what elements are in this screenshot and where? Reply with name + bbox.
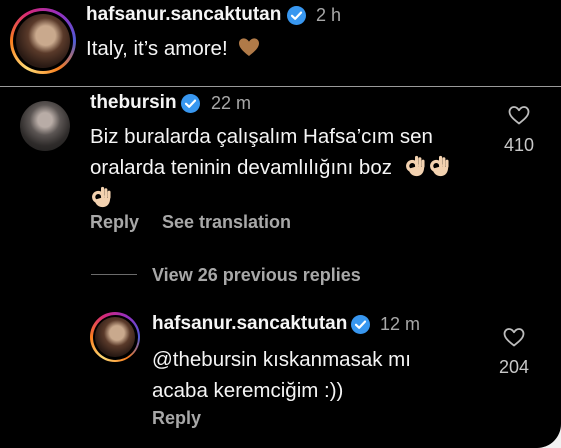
verified-badge-icon bbox=[351, 315, 370, 334]
ok-hand-icon bbox=[429, 155, 449, 177]
username-hafsanur-top[interactable]: hafsanur.sancaktutan bbox=[86, 4, 281, 26]
like-count-reply: 204 bbox=[498, 357, 530, 377]
avatar-hafsanur-reply[interactable] bbox=[90, 312, 140, 362]
reply-button[interactable]: Reply bbox=[90, 212, 139, 233]
username-thebursin[interactable]: thebursin bbox=[90, 92, 177, 114]
reply-line-1: @thebursin kıskanmasak mı bbox=[152, 348, 411, 371]
username-hafsanur-reply[interactable]: hafsanur.sancaktutan bbox=[152, 313, 347, 335]
see-translation-button[interactable]: See translation bbox=[162, 212, 291, 233]
comment-text: Italy, it’s amore! bbox=[86, 37, 228, 60]
like-count: 410 bbox=[503, 135, 535, 155]
verified-badge-icon bbox=[287, 6, 306, 25]
ok-hand-icon bbox=[405, 155, 425, 177]
reply-text: @thebursin kıskanmasak mı acaba keremciğ… bbox=[152, 344, 411, 406]
reply-button-2[interactable]: Reply bbox=[152, 408, 201, 429]
avatar-hafsanur-top[interactable] bbox=[10, 8, 76, 74]
comment-line-3 bbox=[90, 183, 452, 214]
comments-panel: hafsanur.sancaktutan 2 h Italy, it’s amo… bbox=[0, 0, 561, 448]
comment-line-1: Biz buralarda çalışalım Hafsa’cım sen bbox=[90, 125, 433, 148]
like-button[interactable]: 410 bbox=[497, 102, 541, 162]
heart-outline-icon bbox=[508, 106, 530, 125]
comment-line-2: oralarda teninin devamlılığını boz bbox=[90, 152, 452, 183]
timestamp-top: 2 h bbox=[316, 5, 342, 25]
replies-line bbox=[91, 274, 137, 275]
timestamp-thebursin: 22 m bbox=[211, 93, 252, 113]
view-previous-replies-button[interactable]: View 26 previous replies bbox=[152, 265, 361, 286]
reply-line-2: acaba keremciğim :)) bbox=[152, 379, 344, 402]
comment-text-top: Italy, it’s amore! bbox=[86, 33, 263, 64]
divider bbox=[0, 86, 561, 87]
heart-outline-icon bbox=[503, 328, 525, 347]
timestamp-reply: 12 m bbox=[380, 314, 421, 334]
avatar-thebursin[interactable] bbox=[20, 101, 70, 151]
brown-heart-icon bbox=[239, 38, 260, 56]
verified-badge-icon bbox=[181, 94, 200, 113]
ok-hand-icon bbox=[92, 186, 111, 208]
like-button-reply[interactable]: 204 bbox=[492, 324, 536, 384]
comment-text-thebursin: Biz buralarda çalışalım Hafsa’cım sen or… bbox=[90, 121, 452, 214]
